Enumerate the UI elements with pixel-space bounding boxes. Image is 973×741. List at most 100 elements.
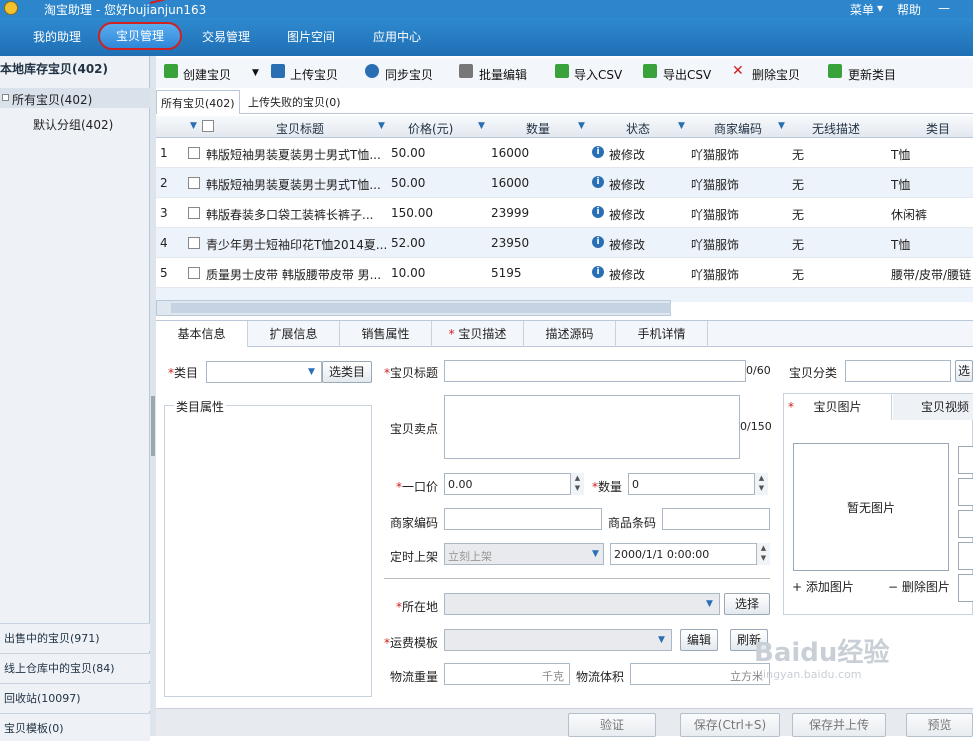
nav-item-management[interactable]: 宝贝管理 xyxy=(98,22,182,50)
update-category-button[interactable]: 更新类目 xyxy=(848,66,896,83)
col-wireless[interactable]: 无线描述 xyxy=(812,120,860,137)
col-status[interactable]: 状态 xyxy=(626,120,650,137)
table-row[interactable]: 2 韩版短袖男装夏装男士男式T恤... 50.00 16000 i 被修改 吖猫… xyxy=(156,168,973,198)
import-csv-button[interactable]: 导入CSV xyxy=(574,66,622,83)
save-upload-button[interactable]: 保存并上传 xyxy=(792,713,886,737)
choose-location-button[interactable]: 选择 xyxy=(724,593,770,615)
scrollbar-thumb[interactable] xyxy=(171,303,671,313)
tab-upload-failed[interactable]: 上传失败的宝贝(0) xyxy=(248,94,341,110)
select-all-checkbox[interactable] xyxy=(202,120,214,132)
tree-item-all[interactable]: 所有宝贝(402) xyxy=(0,88,150,108)
filter-icon[interactable]: ▼ xyxy=(578,121,586,131)
thumb-slot[interactable] xyxy=(958,510,973,538)
horizontal-scrollbar[interactable] xyxy=(156,300,671,316)
save-button[interactable]: 保存(Ctrl+S) xyxy=(680,713,780,737)
datetime-stepper[interactable]: ▲ ▼ xyxy=(756,543,770,565)
col-merchant-code[interactable]: 商家编码 xyxy=(714,120,762,137)
row-checkbox[interactable] xyxy=(188,237,200,249)
thumb-slot[interactable] xyxy=(958,574,973,602)
filter-icon[interactable]: ▼ xyxy=(778,121,786,131)
splitter-grip[interactable] xyxy=(151,396,155,456)
filter-icon[interactable]: ▼ xyxy=(478,121,486,131)
shipping-template-label-text: 运费模板 xyxy=(390,636,439,650)
verify-button[interactable]: 验证 xyxy=(568,713,656,737)
thumb-slot[interactable] xyxy=(958,478,973,506)
selling-point-char-count: 0/150 xyxy=(740,420,772,433)
filter-icon[interactable]: ▼ xyxy=(678,121,686,131)
shipping-template-select[interactable] xyxy=(444,629,672,651)
nav-my-assistant[interactable]: 我的助理 xyxy=(33,28,81,45)
row-checkbox[interactable] xyxy=(188,267,200,279)
item-title-input[interactable] xyxy=(444,360,746,382)
barcode-input[interactable] xyxy=(662,508,770,530)
tree-item-default-group[interactable]: 默认分组(402) xyxy=(33,116,113,133)
col-category[interactable]: 类目 xyxy=(926,120,950,137)
price-input[interactable]: 0.00 xyxy=(444,473,584,495)
tab-item-description[interactable]: * 宝贝描述 xyxy=(432,321,524,347)
sidebar-item-on-sale[interactable]: 出售中的宝贝(971) xyxy=(0,623,150,651)
datetime-input[interactable]: 2000/1/1 0:00:00 xyxy=(610,543,770,565)
sidebar-item-templates[interactable]: 宝贝模板(0) xyxy=(0,713,150,741)
item-group-input[interactable] xyxy=(845,360,951,382)
upload-item-button[interactable]: 上传宝贝 xyxy=(290,66,338,83)
nav-trade-management[interactable]: 交易管理 xyxy=(202,28,250,45)
menu-button[interactable]: 菜单 xyxy=(850,1,874,18)
tab-basic-info[interactable]: 基本信息 xyxy=(156,321,248,347)
filter-icon[interactable]: ▼ xyxy=(190,121,198,131)
create-dropdown-icon[interactable]: ▼ xyxy=(252,68,259,78)
collapse-icon[interactable] xyxy=(2,94,9,101)
tab-extended-info[interactable]: 扩展信息 xyxy=(248,321,340,347)
table-row[interactable]: 5 质量男士皮带 韩版腰带皮带 男... 10.00 5195 i 被修改 吖猫… xyxy=(156,258,973,288)
thumb-slot[interactable] xyxy=(958,446,973,474)
delete-image-button[interactable]: − 删除图片 xyxy=(888,578,950,595)
tab-item-video[interactable]: 宝贝视频 xyxy=(893,394,973,420)
selling-point-textarea[interactable] xyxy=(444,395,740,459)
item-group-label: 宝贝分类 xyxy=(789,366,838,380)
thumb-slot[interactable] xyxy=(958,542,973,570)
import-icon xyxy=(555,64,569,78)
delete-item-button[interactable]: 删除宝贝 xyxy=(752,66,800,83)
schedule-select[interactable]: 立刻上架 xyxy=(444,543,604,565)
edit-shipping-button[interactable]: 编辑 xyxy=(680,629,718,651)
minimize-button[interactable]: — xyxy=(938,1,950,15)
tab-item-images[interactable]: * 宝贝图片 xyxy=(784,394,892,420)
nav-image-space[interactable]: 图片空间 xyxy=(287,28,335,45)
tab-sales-attributes[interactable]: 销售属性 xyxy=(340,321,432,347)
chevron-down-icon[interactable]: ▼ xyxy=(706,599,713,609)
create-item-button[interactable]: 创建宝贝 xyxy=(183,66,231,83)
chevron-down-icon[interactable]: ▼ xyxy=(308,367,315,377)
location-select[interactable] xyxy=(444,593,720,615)
tab-mobile-details[interactable]: 手机详情 xyxy=(616,321,708,347)
col-title[interactable]: 宝贝标题 xyxy=(276,120,324,137)
export-csv-button[interactable]: 导出CSV xyxy=(663,66,711,83)
select-group-button[interactable]: 选 xyxy=(955,360,973,382)
row-checkbox[interactable] xyxy=(188,147,200,159)
chevron-down-icon[interactable]: ▼ xyxy=(592,549,599,559)
add-image-button[interactable]: + 添加图片 xyxy=(792,578,854,595)
nav-app-center[interactable]: 应用中心 xyxy=(373,28,421,45)
tab-all-items[interactable]: 所有宝贝(402) xyxy=(156,90,240,114)
filter-icon[interactable]: ▼ xyxy=(378,121,386,131)
row-checkbox[interactable] xyxy=(188,177,200,189)
quantity-input[interactable]: 0 xyxy=(628,473,768,495)
quantity-stepper[interactable]: ▲ ▼ xyxy=(754,473,768,495)
table-row[interactable]: 1 韩版短袖男装夏装男士男式T恤... 50.00 16000 i 被修改 吖猫… xyxy=(156,138,973,168)
row-checkbox[interactable] xyxy=(188,207,200,219)
update-category-icon xyxy=(828,64,842,78)
merchant-code-input[interactable] xyxy=(444,508,602,530)
sync-item-button[interactable]: 同步宝贝 xyxy=(385,66,433,83)
preview-button[interactable]: 预览 xyxy=(906,713,973,737)
select-category-button[interactable]: 选类目 xyxy=(322,361,372,383)
batch-edit-button[interactable]: 批量编辑 xyxy=(479,66,527,83)
col-qty[interactable]: 数量 xyxy=(526,120,550,137)
sidebar-item-recycle-bin[interactable]: 回收站(10097) xyxy=(0,683,150,711)
category-select[interactable] xyxy=(206,361,322,383)
help-button[interactable]: 帮助 xyxy=(897,1,921,18)
price-stepper[interactable]: ▲ ▼ xyxy=(570,473,584,495)
table-row[interactable]: 4 青少年男士短袖印花T恤2014夏... 52.00 23950 i 被修改 … xyxy=(156,228,973,258)
col-price[interactable]: 价格(元) xyxy=(408,120,453,137)
sidebar-item-online-warehouse[interactable]: 线上仓库中的宝贝(84) xyxy=(0,653,150,681)
chevron-down-icon[interactable]: ▼ xyxy=(658,635,665,645)
table-row[interactable]: 3 韩版春装多口袋工装裤长裤子... 150.00 23999 i 被修改 吖猫… xyxy=(156,198,973,228)
tab-description-source[interactable]: 描述源码 xyxy=(524,321,616,347)
